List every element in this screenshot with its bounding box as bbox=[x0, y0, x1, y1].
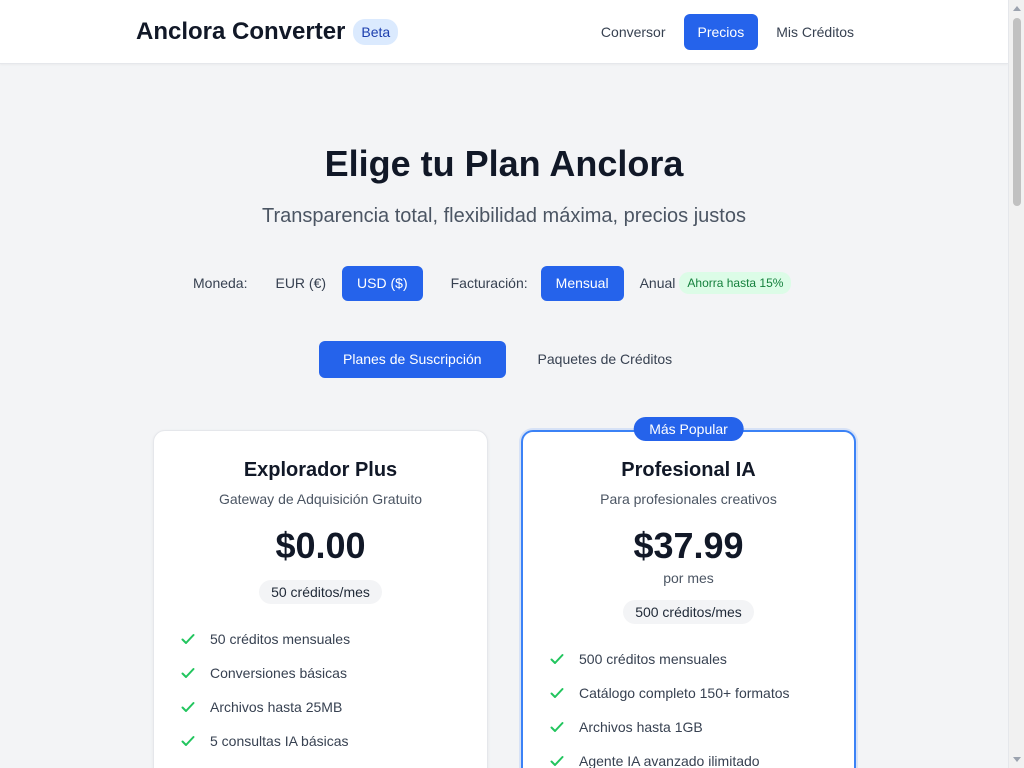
tab-credit-packages[interactable]: Paquetes de Créditos bbox=[514, 341, 697, 378]
plan-description: Para profesionales creativos bbox=[600, 491, 777, 507]
feature-item: 500 créditos mensuales bbox=[549, 642, 854, 676]
currency-label: Moneda: bbox=[193, 275, 248, 291]
feature-text: 500 créditos mensuales bbox=[579, 651, 727, 667]
plan-card-profesional: Más Popular Profesional IA Para profesio… bbox=[521, 417, 856, 768]
annual-savings-badge: Ahorra hasta 15% bbox=[679, 272, 792, 294]
pricing-controls: Moneda: EUR (€) USD ($) Facturación: Men… bbox=[193, 265, 792, 301]
plan-type-tabs: Planes de Suscripción Paquetes de Crédit… bbox=[319, 341, 696, 378]
currency-usd-button[interactable]: USD ($) bbox=[342, 265, 423, 301]
feature-item: 50 créditos mensuales bbox=[180, 622, 487, 656]
plan-credits-badge: 50 créditos/mes bbox=[259, 580, 382, 604]
billing-annual-button[interactable]: Anual bbox=[625, 266, 676, 301]
billing-monthly-button[interactable]: Mensual bbox=[540, 265, 624, 301]
page-title: Elige tu Plan Anclora bbox=[324, 143, 684, 184]
feature-text: Archivos hasta 25MB bbox=[210, 699, 343, 715]
nav-mis-creditos[interactable]: Mis Créditos bbox=[762, 14, 868, 50]
popular-badge: Más Popular bbox=[633, 417, 744, 441]
page-subtitle: Transparencia total, flexibilidad máxima… bbox=[262, 205, 746, 227]
plan-description: Gateway de Adquisición Gratuito bbox=[218, 491, 423, 507]
plan-name: Profesional IA bbox=[621, 459, 756, 481]
plan-features: 50 créditos mensuales Conversiones básic… bbox=[154, 622, 487, 758]
billing-annual-label: Anual bbox=[639, 274, 676, 291]
plan-price: $0.00 bbox=[275, 525, 366, 566]
feature-text: Conversiones básicas bbox=[210, 665, 347, 681]
page-scrollbar[interactable] bbox=[1008, 0, 1024, 768]
feature-text: Agente IA avanzado ilimitado bbox=[579, 753, 760, 768]
app-title: Anclora Converter bbox=[136, 18, 346, 45]
main-nav: Conversor Precios Mis Créditos bbox=[587, 14, 868, 50]
feature-item: 5 consultas IA básicas bbox=[180, 724, 487, 758]
check-icon bbox=[181, 634, 195, 644]
plan-credits-badge: 500 créditos/mes bbox=[623, 600, 754, 624]
tab-subscription-plans[interactable]: Planes de Suscripción bbox=[319, 341, 506, 378]
nav-conversor[interactable]: Conversor bbox=[587, 14, 680, 50]
nav-precios[interactable]: Precios bbox=[683, 14, 759, 50]
feature-item: Catálogo completo 150+ formatos bbox=[549, 676, 854, 710]
feature-item: Conversiones básicas bbox=[180, 656, 487, 690]
plan-card-explorador: Explorador Plus Gateway de Adquisición G… bbox=[153, 430, 488, 768]
top-header: Anclora Converter Beta Conversor Precios… bbox=[0, 0, 1008, 64]
scroll-thumb[interactable] bbox=[1013, 18, 1021, 206]
feature-text: 5 consultas IA básicas bbox=[210, 733, 349, 749]
feature-text: 50 créditos mensuales bbox=[210, 631, 351, 647]
check-icon bbox=[550, 756, 564, 766]
currency-eur-button[interactable]: EUR (€) bbox=[260, 266, 341, 301]
feature-item: Archivos hasta 25MB bbox=[180, 690, 487, 724]
plan-price: $37.99 bbox=[633, 525, 744, 566]
brand[interactable]: Anclora Converter Beta bbox=[136, 16, 399, 48]
check-icon bbox=[181, 736, 195, 746]
feature-item: Agente IA avanzado ilimitado bbox=[549, 744, 854, 768]
check-icon bbox=[550, 688, 564, 698]
plan-period: por mes bbox=[663, 570, 714, 586]
scroll-up-arrow-icon[interactable] bbox=[1013, 6, 1021, 11]
plan-features: 500 créditos mensuales Catálogo completo… bbox=[523, 642, 854, 768]
billing-label: Facturación: bbox=[450, 275, 528, 291]
check-icon bbox=[550, 654, 564, 664]
beta-badge: Beta bbox=[353, 19, 399, 45]
feature-text: Catálogo completo 150+ formatos bbox=[579, 685, 790, 701]
feature-item: Archivos hasta 1GB bbox=[549, 710, 854, 744]
check-icon bbox=[550, 722, 564, 732]
scroll-down-arrow-icon[interactable] bbox=[1013, 757, 1021, 762]
check-icon bbox=[181, 702, 195, 712]
feature-text: Archivos hasta 1GB bbox=[579, 719, 703, 735]
plan-name: Explorador Plus bbox=[243, 459, 398, 481]
check-icon bbox=[181, 668, 195, 678]
